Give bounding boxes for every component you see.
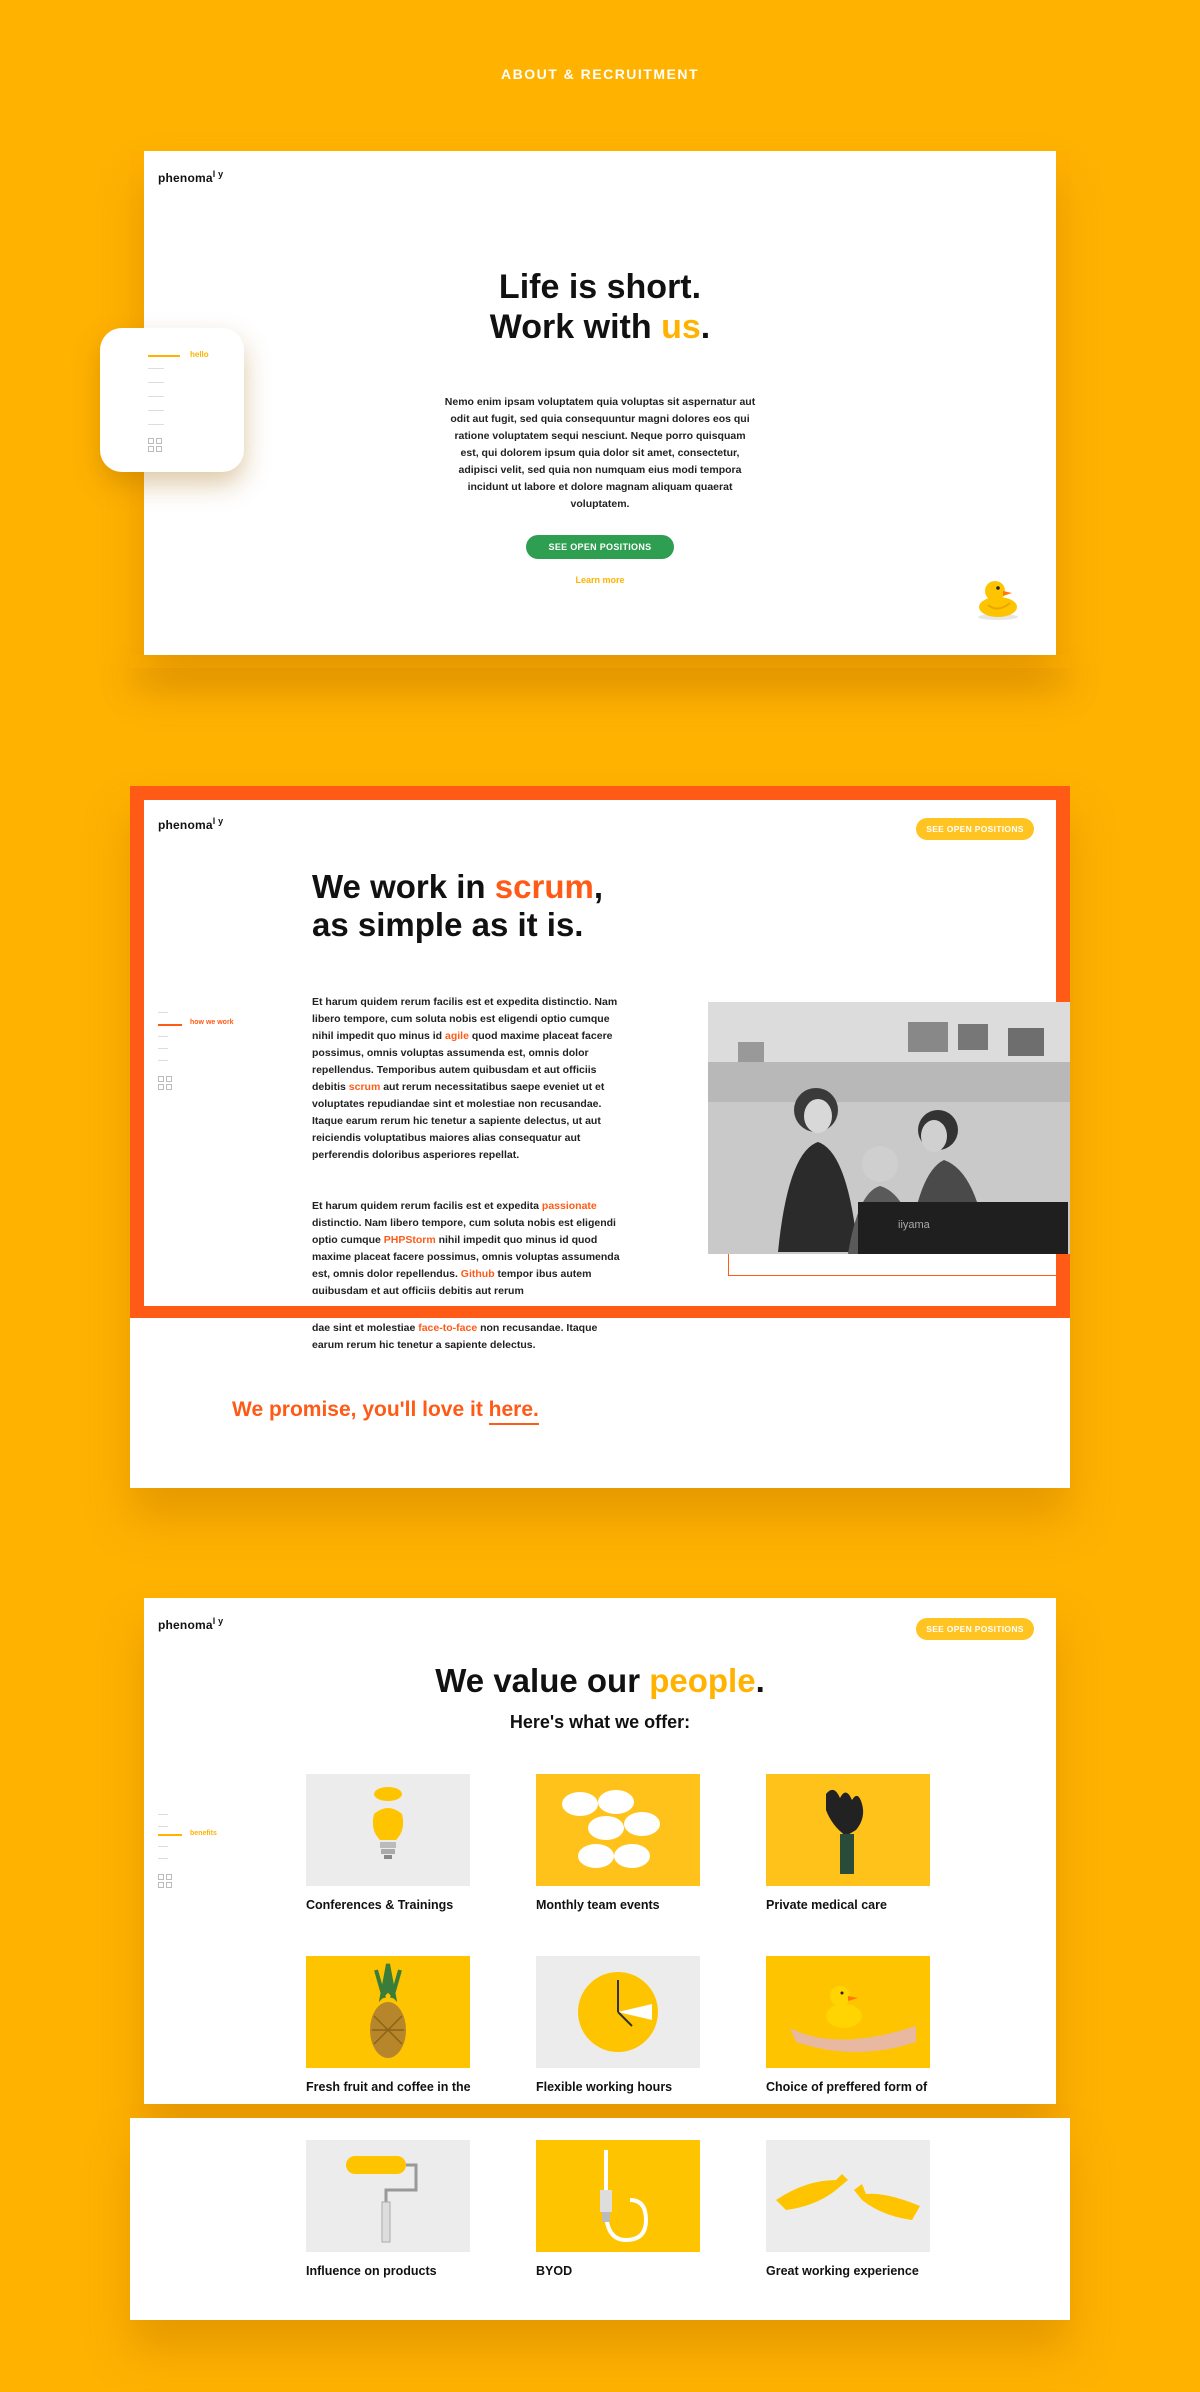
nav-item[interactable] bbox=[158, 1826, 168, 1827]
panel-edge bbox=[1056, 151, 1070, 655]
scrum-paragraph-2: Et harum quidem rerum facilis est et exp… bbox=[312, 1200, 620, 1294]
hero-title-line1: Life is short. bbox=[498, 268, 702, 306]
here-link[interactable]: here. bbox=[488, 1398, 539, 1425]
benefit-label: Fresh fruit and coffee in the office bbox=[306, 2080, 471, 2094]
nav-item[interactable] bbox=[148, 424, 164, 425]
nav-item[interactable] bbox=[158, 1012, 168, 1013]
grid-icon[interactable] bbox=[158, 1076, 172, 1090]
benefit-label: Monthly team events bbox=[536, 1898, 660, 1912]
promise-tagline: We promise, you'll love it here. bbox=[232, 1398, 539, 1425]
rubber-duck-hand-icon bbox=[766, 1956, 930, 2068]
benefit-label: Great working experience bbox=[766, 2264, 919, 2278]
benefit-label: BYOD bbox=[536, 2264, 573, 2278]
paint-roller-icon bbox=[306, 2140, 470, 2252]
logo[interactable]: phenomal y bbox=[158, 169, 223, 185]
scrum-paragraph-1: Et harum quidem rerum facilis est et exp… bbox=[312, 996, 618, 1161]
nav-item[interactable] bbox=[158, 1036, 168, 1037]
nav-active-indicator[interactable] bbox=[158, 1024, 182, 1026]
sunglasses-icon bbox=[536, 1774, 700, 1886]
grid-icon[interactable] bbox=[148, 438, 162, 452]
nav-item[interactable] bbox=[158, 1048, 168, 1049]
people-title: We value our people. bbox=[435, 1662, 765, 1699]
benefit-label: Private medical care bbox=[766, 1898, 887, 1912]
logo[interactable]: phenomal y bbox=[158, 816, 223, 832]
nav-item-benefits[interactable]: benefits bbox=[190, 1830, 217, 1837]
team-photo: iiyama bbox=[708, 1002, 1070, 1254]
nav-item-hello[interactable]: hello bbox=[190, 350, 209, 359]
nav-item[interactable] bbox=[158, 1858, 168, 1859]
learn-more-link[interactable]: Learn more bbox=[550, 575, 650, 585]
nav-item[interactable] bbox=[148, 410, 164, 411]
keyword-agile: agile bbox=[445, 1030, 469, 1042]
nav-item[interactable] bbox=[148, 382, 164, 383]
rubber-duck-icon[interactable] bbox=[974, 575, 1022, 623]
hero-title: Life is short. Work with us. bbox=[144, 267, 1056, 347]
nav-item[interactable] bbox=[158, 1060, 168, 1061]
clock-icon bbox=[536, 1956, 700, 2068]
benefit-label: Choice of preffered form of cooperation bbox=[766, 2080, 928, 2094]
svg-text:iiyama: iiyama bbox=[898, 1219, 931, 1231]
panel-footer-strip bbox=[130, 654, 1070, 668]
hero-panel: phenomal y Life is short. Work with us. … bbox=[144, 151, 1056, 655]
usb-cable-icon bbox=[536, 2140, 700, 2252]
scrum-title: We work in scrum, as simple as it is. bbox=[312, 868, 603, 943]
hero-paragraph: Nemo enim ipsam voluptatem quia voluptas… bbox=[444, 396, 756, 510]
benefit-label: Conferences & Trainings bbox=[306, 1898, 454, 1912]
glove-hand-icon bbox=[766, 1774, 930, 1886]
page-title: ABOUT & RECRUITMENT bbox=[500, 66, 700, 82]
nav-item[interactable] bbox=[148, 368, 164, 369]
lightbulb-lemon-icon bbox=[306, 1774, 470, 1886]
logo[interactable]: phenomal y bbox=[158, 1616, 223, 1632]
benefits-panel-continued: Influence on products BYOD Great working… bbox=[130, 2118, 1070, 2320]
keyword-scrum: scrum bbox=[348, 1081, 381, 1093]
benefits-panel: phenomal y SEE OPEN POSITIONS We value o… bbox=[144, 1598, 1056, 2104]
people-subtitle: Here's what we offer: bbox=[509, 1712, 691, 1732]
benefit-label: Flexible working hours bbox=[536, 2080, 673, 2094]
nav-item-how-we-work[interactable]: how we work bbox=[190, 1019, 234, 1026]
nav-item[interactable] bbox=[158, 1846, 168, 1847]
scrum-paragraph-2-end: dae sint et molestiae face-to-face non r… bbox=[312, 1322, 598, 1351]
see-open-positions-button[interactable]: SEE OPEN POSITIONS bbox=[916, 1618, 1034, 1640]
nav-active-indicator[interactable] bbox=[158, 1834, 182, 1836]
pineapple-icon bbox=[306, 1956, 470, 2068]
nav-active-indicator[interactable] bbox=[148, 355, 180, 357]
see-open-positions-button[interactable]: SEE OPEN POSITIONS bbox=[916, 818, 1034, 840]
see-open-positions-button[interactable]: SEE OPEN POSITIONS bbox=[526, 535, 674, 559]
panel-footer-strip bbox=[130, 2104, 1070, 2118]
nav-item[interactable] bbox=[148, 396, 164, 397]
grid-icon[interactable] bbox=[158, 1874, 172, 1888]
yellow-hands-icon bbox=[766, 2140, 930, 2252]
benefit-label: Influence on products bbox=[306, 2264, 437, 2278]
scrum-panel: phenomal y SEE OPEN POSITIONS how we wor… bbox=[130, 786, 1070, 1488]
hero-title-line2: Work with us. bbox=[489, 308, 711, 346]
section-nav-card: hello bbox=[100, 328, 244, 472]
nav-item[interactable] bbox=[158, 1814, 168, 1815]
